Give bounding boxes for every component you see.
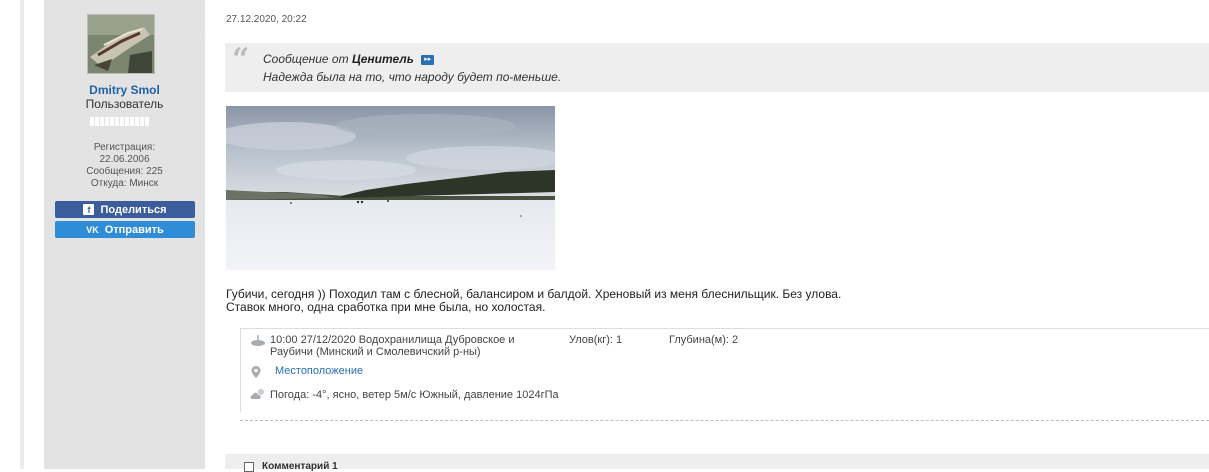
catch-depth: Глубина(м): 2	[669, 334, 739, 346]
registration-date: 22.06.2006	[99, 154, 150, 165]
post-pointer-arrow	[198, 30, 206, 44]
share-facebook-button[interactable]: f Поделиться	[55, 201, 195, 218]
user-role: Пользователь	[85, 97, 164, 111]
avatar-fish-image	[88, 15, 154, 73]
fishing-icon	[250, 334, 266, 346]
photo-frozen-lake	[226, 106, 555, 270]
quote-author: Ценитель	[351, 52, 414, 66]
user-location: Откуда: Минск	[90, 178, 159, 189]
user-meta: Регистрация: 22.06.2006 Сообщения: 225 О…	[44, 142, 205, 190]
post-photo[interactable]	[226, 106, 555, 270]
quote-header: Сообщение от Ценитель ▸▸	[263, 52, 435, 66]
quote-block: “ Сообщение от Ценитель ▸▸ Надежда была …	[225, 43, 1209, 92]
page-gutter	[0, 0, 44, 469]
catch-weight: Улов(кг): 1	[569, 334, 623, 346]
comments-bar[interactable]: Комментарий 1	[225, 454, 1209, 472]
share-vk-label: Отправить	[104, 223, 164, 236]
comments-checkbox[interactable]	[244, 462, 254, 472]
share-vk-button[interactable]: VK Отправить	[55, 221, 195, 238]
catch-divider	[240, 420, 1209, 421]
post-body: Губичи, сегодня )) Походил там с блесной…	[226, 288, 841, 314]
post-text-line-2: Ставок много, одна сработка при мне была…	[226, 300, 546, 314]
weather-cloud-icon	[250, 388, 266, 400]
facebook-icon: f	[83, 204, 95, 215]
catch-time-place-1: 10:00 27/12/2020 Водохранилища Дубровско…	[270, 334, 515, 346]
share-facebook-label: Поделиться	[100, 203, 167, 216]
quote-text: Надежда была на то, что народу будет по-…	[263, 70, 562, 84]
location-pin-icon	[250, 365, 266, 378]
quote-prefix: Сообщение от	[263, 52, 349, 66]
post-date: 27.12.2020, 20:22	[226, 14, 307, 25]
jump-to-post-icon[interactable]: ▸▸	[421, 54, 435, 65]
message-count: Сообщения: 225	[86, 166, 163, 177]
vk-icon: VK	[86, 224, 99, 235]
comments-label[interactable]: Комментарий 1	[262, 461, 338, 472]
reputation-bar	[90, 117, 149, 126]
avatar[interactable]	[87, 14, 155, 74]
catch-report: 10:00 27/12/2020 Водохранилища Дубровско…	[240, 328, 1209, 412]
username[interactable]: Dmitry Smol	[44, 83, 205, 97]
registration-label: Регистрация:	[93, 142, 156, 153]
catch-time-place-2: Раубичи (Минский и Смолевичский р-ны)	[270, 346, 481, 358]
weather-text: Погода: -4°, ясно, ветер 5м/с Южный, дав…	[270, 389, 559, 401]
location-link[interactable]: Местоположение	[275, 365, 363, 377]
gutter-stripe	[20, 0, 24, 469]
user-sidebar: Dmitry Smol Пользователь Регистрация: 22…	[44, 0, 205, 469]
quote-mark-icon: “	[232, 42, 250, 77]
